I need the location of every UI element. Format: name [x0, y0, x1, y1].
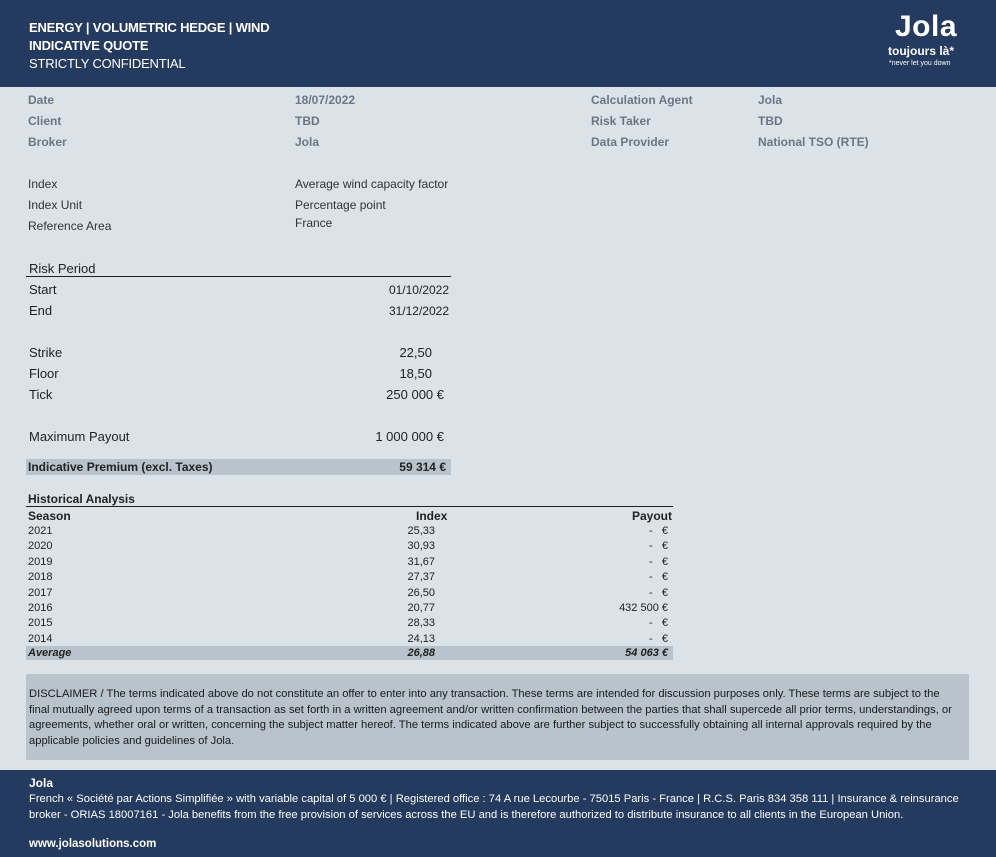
end-label: End [29, 303, 53, 318]
premium-label: Indicative Premium (excl. Taxes) [28, 460, 213, 474]
average-label: Average [28, 647, 72, 659]
reference-area-label: Reference Area [28, 219, 112, 233]
payout-header: Payout [631, 509, 672, 523]
broker-value: Jola [295, 135, 320, 149]
payout-cell: - € [649, 587, 668, 599]
season-cell: 2019 [28, 556, 53, 568]
index-cell: 30,93 [407, 540, 435, 552]
index-cell: 25,33 [407, 525, 435, 537]
jola-logo: Jola [895, 10, 958, 43]
start-value: 01/10/2022 [388, 283, 449, 297]
index-cell: 27,37 [407, 571, 435, 583]
season-header: Season [28, 509, 71, 523]
date-value: 18/07/2022 [295, 93, 356, 107]
index-header: Index [416, 509, 448, 523]
payout-cell: - € [649, 525, 668, 537]
footer-company-name: Jola [29, 776, 54, 790]
strike-label: Strike [29, 345, 63, 360]
header-banner: ENERGY | VOLUMETRIC HEDGE | WIND INDICAT… [0, 0, 996, 87]
average-index: 26,88 [407, 647, 435, 659]
document-subtitle: INDICATIVE QUOTE [29, 38, 149, 53]
quote-page: ENERGY | VOLUMETRIC HEDGE | WIND INDICAT… [0, 0, 996, 857]
historical-title: Historical Analysis [28, 492, 135, 506]
agent-label: Calculation Agent [591, 93, 693, 107]
client-value: TBD [295, 114, 320, 128]
provider-label: Data Provider [591, 135, 670, 149]
strike-value: 22,50 [399, 345, 432, 360]
index-cell: 26,50 [407, 587, 435, 599]
end-value: 31/12/2022 [388, 304, 449, 318]
season-cell: 2014 [28, 633, 53, 645]
reference-area-value: France [295, 216, 333, 230]
risk-period-title: Risk Period [29, 261, 96, 276]
average-band [26, 646, 673, 660]
index-cell: 24,13 [407, 633, 435, 645]
logo-tagline: toujours là* [888, 44, 955, 58]
historical-rule [26, 506, 673, 507]
season-cell: 2015 [28, 617, 53, 629]
broker-label: Broker [28, 135, 67, 149]
season-cell: 2020 [28, 540, 53, 552]
index-value: Average wind capacity factor [295, 177, 449, 191]
confidentiality-note: STRICTLY CONFIDENTIAL [29, 56, 186, 71]
index-unit-value: Percentage point [295, 198, 386, 212]
client-label: Client [28, 114, 62, 128]
payout-cell: - € [649, 556, 668, 568]
season-cell: 2018 [28, 571, 53, 583]
index-cell: 28,33 [407, 617, 435, 629]
season-cell: 2021 [28, 525, 53, 537]
floor-label: Floor [29, 366, 59, 381]
index-cell: 31,67 [407, 556, 435, 568]
payout-cell: - € [649, 633, 668, 645]
payout-cell: - € [649, 571, 668, 583]
footer-banner: Jola French « Société par Actions Simpli… [0, 770, 996, 857]
payout-cell: 432 500 € [619, 602, 668, 614]
floor-value: 18,50 [399, 366, 432, 381]
start-label: Start [29, 282, 57, 297]
footer-legal-text: French « Société par Actions Simplifiée … [29, 793, 959, 821]
disclaimer-text: DISCLAIMER / The terms indicated above d… [29, 688, 952, 747]
payout-cell: - € [649, 540, 668, 552]
payout-cell: - € [649, 617, 668, 629]
risk-period-rule [26, 276, 451, 277]
index-unit-label: Index Unit [28, 198, 83, 212]
index-cell: 20,77 [407, 602, 435, 614]
disclaimer-box: DISCLAIMER / The terms indicated above d… [26, 674, 969, 760]
logo-tagline-sub: *never let you down [889, 60, 951, 67]
risk-taker-label: Risk Taker [591, 114, 651, 128]
max-payout-value: 1 000 000 € [375, 429, 444, 444]
index-label: Index [28, 177, 58, 191]
provider-value: National TSO (RTE) [758, 135, 869, 149]
date-label: Date [28, 93, 55, 107]
average-payout: 54 063 € [625, 647, 668, 659]
footer-website-link[interactable]: www.jolasolutions.com [29, 838, 156, 850]
season-cell: 2016 [28, 602, 53, 614]
agent-value: Jola [758, 93, 783, 107]
premium-value: 59 314 € [399, 460, 446, 474]
risk-taker-value: TBD [758, 114, 783, 128]
tick-label: Tick [29, 387, 53, 402]
max-payout-label: Maximum Payout [29, 429, 130, 444]
season-cell: 2017 [28, 587, 53, 599]
tick-value: 250 000 € [386, 387, 444, 402]
document-title: ENERGY | VOLUMETRIC HEDGE | WIND [29, 20, 270, 35]
